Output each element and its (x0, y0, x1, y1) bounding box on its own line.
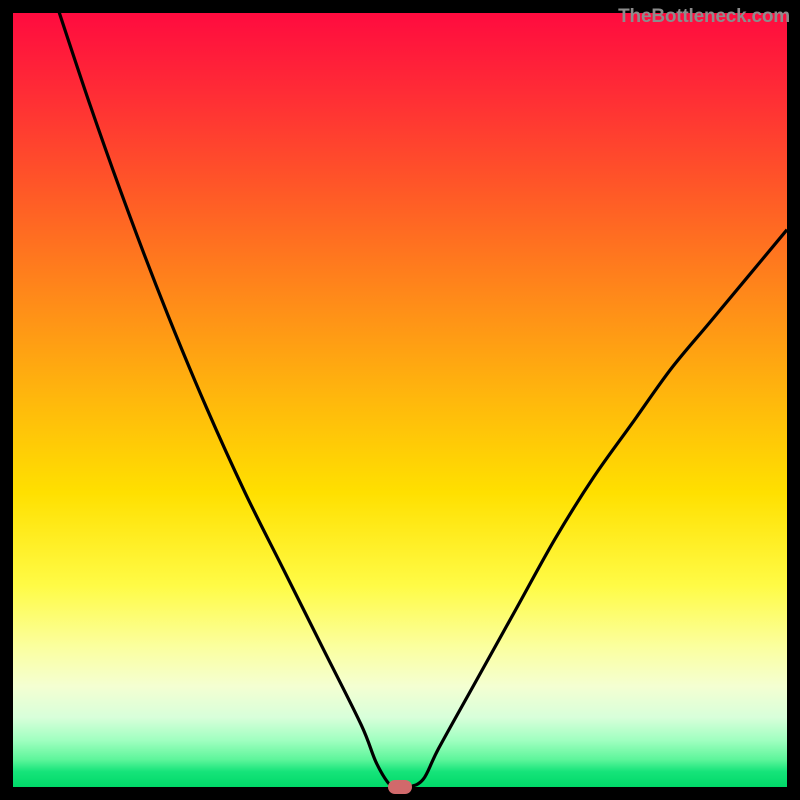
chart-wrapper: TheBottleneck.com (0, 0, 800, 800)
optimal-point-marker (388, 780, 412, 794)
plot-area (13, 13, 787, 787)
bottleneck-curve (13, 13, 787, 787)
